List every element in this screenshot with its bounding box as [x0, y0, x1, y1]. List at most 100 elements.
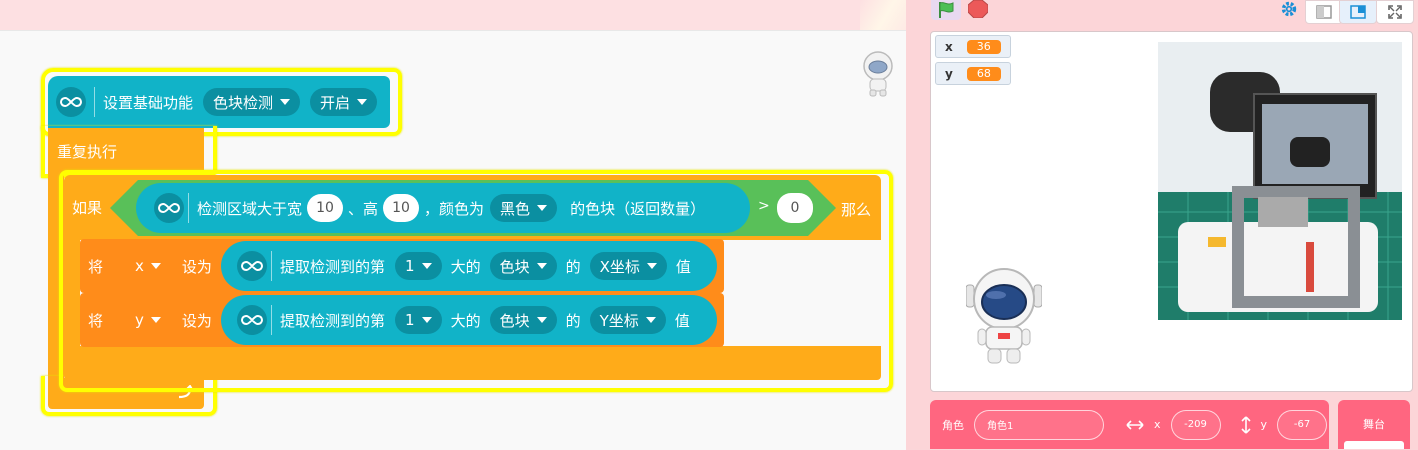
block-separator — [271, 305, 272, 335]
stage-label: 舞台 — [1363, 418, 1385, 431]
coordinate-dropdown[interactable]: Y坐标 — [589, 306, 666, 334]
extract-label: 提取检测到的第 — [280, 257, 386, 276]
normal-stage-icon — [1350, 5, 1366, 19]
set-label: 将 — [88, 311, 104, 330]
extract-label: 提取检测到的第 — [280, 311, 386, 330]
variable-monitor-x[interactable]: x 36 — [935, 35, 1011, 58]
function-dropdown[interactable]: 色块检测 — [203, 88, 301, 116]
fullscreen-button[interactable] — [1376, 0, 1414, 24]
infinity-icon — [154, 193, 184, 223]
variable-dropdown-value: y — [135, 311, 144, 329]
to-label: 设为 — [181, 257, 212, 276]
big-label: 大的 — [450, 257, 481, 276]
blob-count-label: 的色块（返回数量） — [570, 199, 706, 218]
chevron-down-icon — [150, 263, 161, 269]
green-flag-button[interactable] — [931, 0, 961, 20]
repeat-block-top[interactable]: 重复执行 — [48, 128, 204, 174]
chevron-down-icon — [421, 317, 432, 323]
sprite-label: 角色 — [942, 418, 964, 432]
block-separator — [188, 193, 189, 223]
stage-select-panel[interactable]: 舞台 — [1338, 400, 1410, 449]
small-stage-icon — [1316, 5, 1332, 19]
y-label: y — [1260, 418, 1268, 431]
function-dropdown-value: 色块检测 — [213, 93, 274, 112]
coordinate-dropdown-value: X坐标 — [599, 257, 640, 276]
variable-dropdown[interactable]: y — [131, 306, 165, 334]
vertical-arrows-icon — [1240, 415, 1251, 434]
color-dropdown-value: 黑色 — [500, 199, 531, 218]
then-label: 那么 — [841, 201, 872, 219]
rank-dropdown[interactable]: 1 — [395, 252, 442, 280]
infinity-icon — [237, 305, 267, 335]
sprite-y-value: -67 — [1293, 419, 1311, 430]
stop-icon — [968, 0, 988, 18]
compare-input[interactable]: 0 — [777, 193, 813, 223]
type-dropdown-value: 色块 — [499, 311, 530, 330]
horizontal-arrows-icon — [1126, 419, 1144, 430]
rank-dropdown-value: 1 — [405, 257, 415, 275]
chevron-down-icon — [150, 317, 161, 323]
rank-dropdown[interactable]: 1 — [395, 306, 442, 334]
type-dropdown-value: 色块 — [499, 257, 530, 276]
of-label: 的 — [565, 257, 581, 276]
settings-button[interactable] — [1278, 0, 1300, 18]
variable-dropdown-value: x — [135, 257, 144, 275]
block-separator — [94, 87, 95, 117]
camera-photo — [1158, 42, 1402, 320]
rank-dropdown-value: 1 — [405, 311, 415, 329]
value-label: 值 — [675, 257, 691, 276]
set-basic-function-label: 设置基础功能 — [103, 93, 194, 112]
variable-dropdown[interactable]: x — [131, 252, 165, 280]
type-dropdown[interactable]: 色块 — [489, 252, 557, 280]
monitor-name: y — [945, 66, 953, 81]
height-label: 、高 — [348, 199, 379, 218]
get-blob-y-reporter[interactable]: 提取检测到的第 1 大的 色块 的 Y坐标 值 — [221, 295, 717, 345]
greater-than-block[interactable]: 检测区域大于宽 10 、高 10 ，颜色为 黑色 的色块（返回数量） > 0 — [110, 180, 836, 236]
sprite-name-value: 角色1 — [987, 421, 1014, 432]
chevron-down-icon — [536, 263, 547, 269]
sprite-x-value: -209 — [1184, 419, 1207, 430]
monitor-value: 68 — [966, 66, 1001, 81]
get-blob-x-reporter[interactable]: 提取检测到的第 1 大的 色块 的 X坐标 值 — [221, 241, 717, 291]
big-label: 大的 — [450, 311, 481, 330]
chevron-down-icon — [421, 263, 432, 269]
monitor-value: 36 — [966, 39, 1001, 54]
color-label: ，颜色为 — [424, 199, 485, 218]
stage-thumbnail — [1344, 441, 1404, 449]
top-strip — [0, 0, 930, 30]
sprite-y-input[interactable]: -67 — [1277, 409, 1328, 440]
infinity-icon — [56, 87, 86, 117]
small-stage-button[interactable] — [1305, 0, 1343, 24]
monitor-name: x — [945, 39, 953, 54]
to-label: 设为 — [181, 311, 212, 330]
variable-monitor-y[interactable]: y 68 — [935, 62, 1011, 85]
stage-canvas[interactable] — [930, 31, 1413, 392]
normal-stage-button[interactable] — [1339, 0, 1377, 24]
gear-icon — [1281, 1, 1297, 17]
height-input[interactable]: 10 — [383, 194, 420, 222]
set-x-block[interactable]: 将 x 设为 提取检测到的第 1 大的 色块 的 X坐标 值 — [80, 239, 724, 293]
color-dropdown[interactable]: 黑色 — [490, 194, 558, 222]
astronaut-icon — [863, 51, 893, 97]
state-dropdown[interactable]: 开启 — [310, 88, 378, 116]
stop-button[interactable] — [966, 0, 990, 18]
chevron-down-icon — [357, 99, 368, 105]
chevron-down-icon — [645, 317, 656, 323]
of-label: 的 — [565, 311, 581, 330]
sprite-x-input[interactable]: -209 — [1170, 409, 1221, 440]
astronaut-sprite — [966, 268, 1042, 364]
set-y-block[interactable]: 将 y 设为 提取检测到的第 1 大的 色块 的 Y坐标 值 — [80, 293, 724, 347]
detect-blob-reporter[interactable]: 检测区域大于宽 10 、高 10 ，颜色为 黑色 的色块（返回数量） — [136, 183, 750, 233]
if-label: 如果 — [72, 199, 103, 217]
chevron-down-icon — [646, 263, 657, 269]
chevron-down-icon — [536, 317, 547, 323]
value-label: 值 — [674, 311, 690, 330]
coordinate-dropdown[interactable]: X坐标 — [589, 252, 667, 280]
detect-area-label: 检测区域大于宽 — [197, 199, 303, 218]
set-basic-function-block[interactable]: 设置基础功能 色块检测 开启 — [48, 76, 390, 128]
type-dropdown[interactable]: 色块 — [489, 306, 557, 334]
width-input[interactable]: 10 — [307, 194, 344, 222]
if-block-arm — [64, 240, 80, 346]
chevron-down-icon — [280, 99, 291, 105]
sprite-name-input[interactable]: 角色1 — [974, 409, 1104, 440]
